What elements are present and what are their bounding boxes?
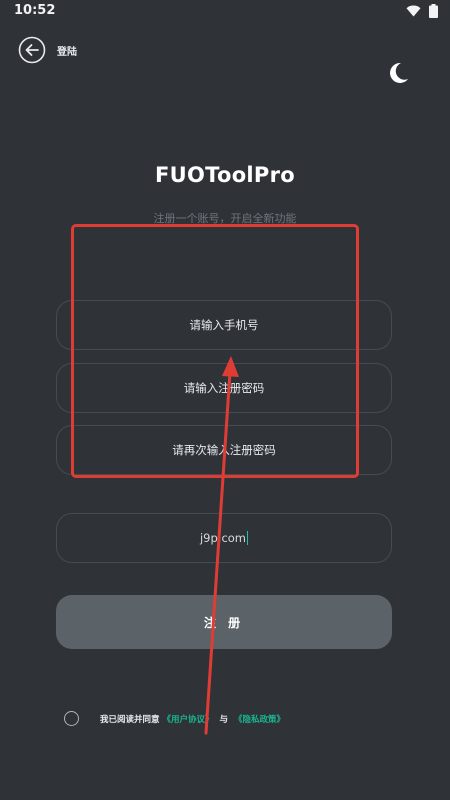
agreement-text: 我已阅读并同意 《用户协议》 与 《隐私政策》	[100, 713, 285, 725]
code-value: j9p.com	[199, 531, 247, 545]
password-input[interactable]	[71, 380, 377, 396]
password-field[interactable]	[56, 363, 392, 413]
confirm-password-input[interactable]	[71, 442, 377, 458]
subtitle: 注册一个账号，开启全新功能	[153, 212, 297, 225]
status-icons	[406, 4, 438, 18]
back-label[interactable]: 登陆	[57, 43, 77, 58]
theme-toggle-button[interactable]	[385, 60, 411, 86]
agreement-prefix: 我已阅读并同意	[100, 715, 160, 725]
status-bar: 10:52	[0, 0, 450, 22]
privacy-policy-link[interactable]: 《隐私政策》	[234, 715, 285, 725]
battery-icon	[429, 4, 438, 18]
code-field[interactable]: j9p.com	[56, 513, 392, 563]
text-caret	[247, 531, 249, 545]
register-button[interactable]: 注 册	[56, 595, 392, 649]
back-arrow-icon	[18, 36, 46, 64]
phone-input[interactable]	[71, 317, 377, 333]
confirm-password-field[interactable]	[56, 425, 392, 475]
agreement-checkbox[interactable]	[64, 711, 79, 726]
agreement-conjunction: 与	[219, 715, 228, 725]
moon-icon	[390, 62, 408, 83]
status-time: 10:52	[14, 3, 56, 18]
user-agreement-link[interactable]: 《用户协议》	[162, 715, 213, 725]
phone-field[interactable]	[56, 300, 392, 350]
back-button[interactable]	[18, 36, 46, 64]
app-title: FUOToolPro	[154, 163, 295, 187]
wifi-icon	[406, 5, 421, 17]
